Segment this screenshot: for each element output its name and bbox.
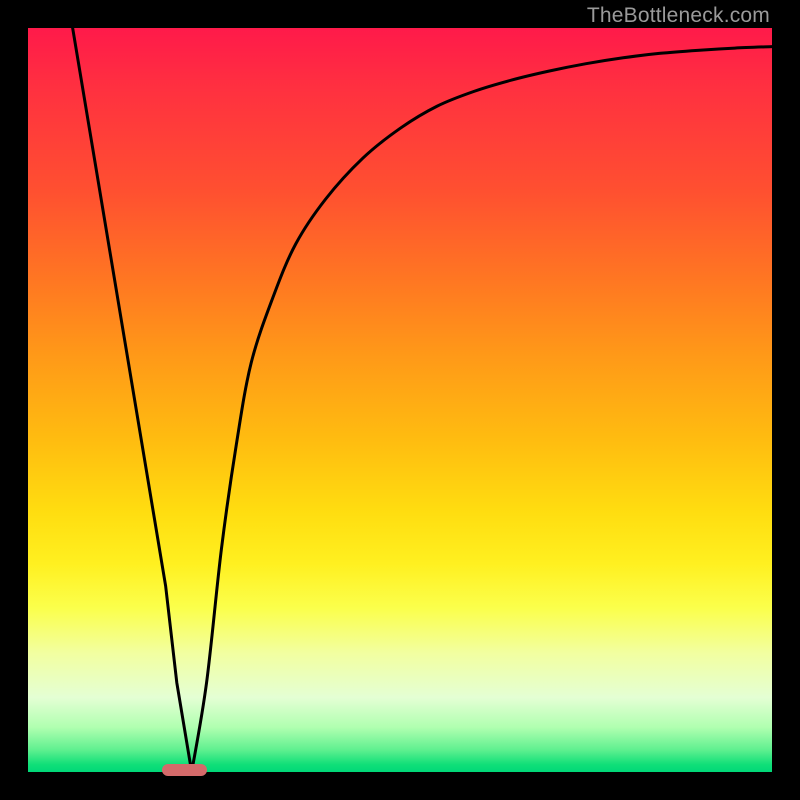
curve-layer bbox=[28, 28, 772, 772]
optimum-marker bbox=[162, 764, 207, 776]
v-curve-path bbox=[73, 28, 772, 772]
bottleneck-chart: TheBottleneck.com bbox=[0, 0, 800, 800]
watermark-label: TheBottleneck.com bbox=[587, 4, 770, 28]
plot-area bbox=[28, 28, 772, 772]
